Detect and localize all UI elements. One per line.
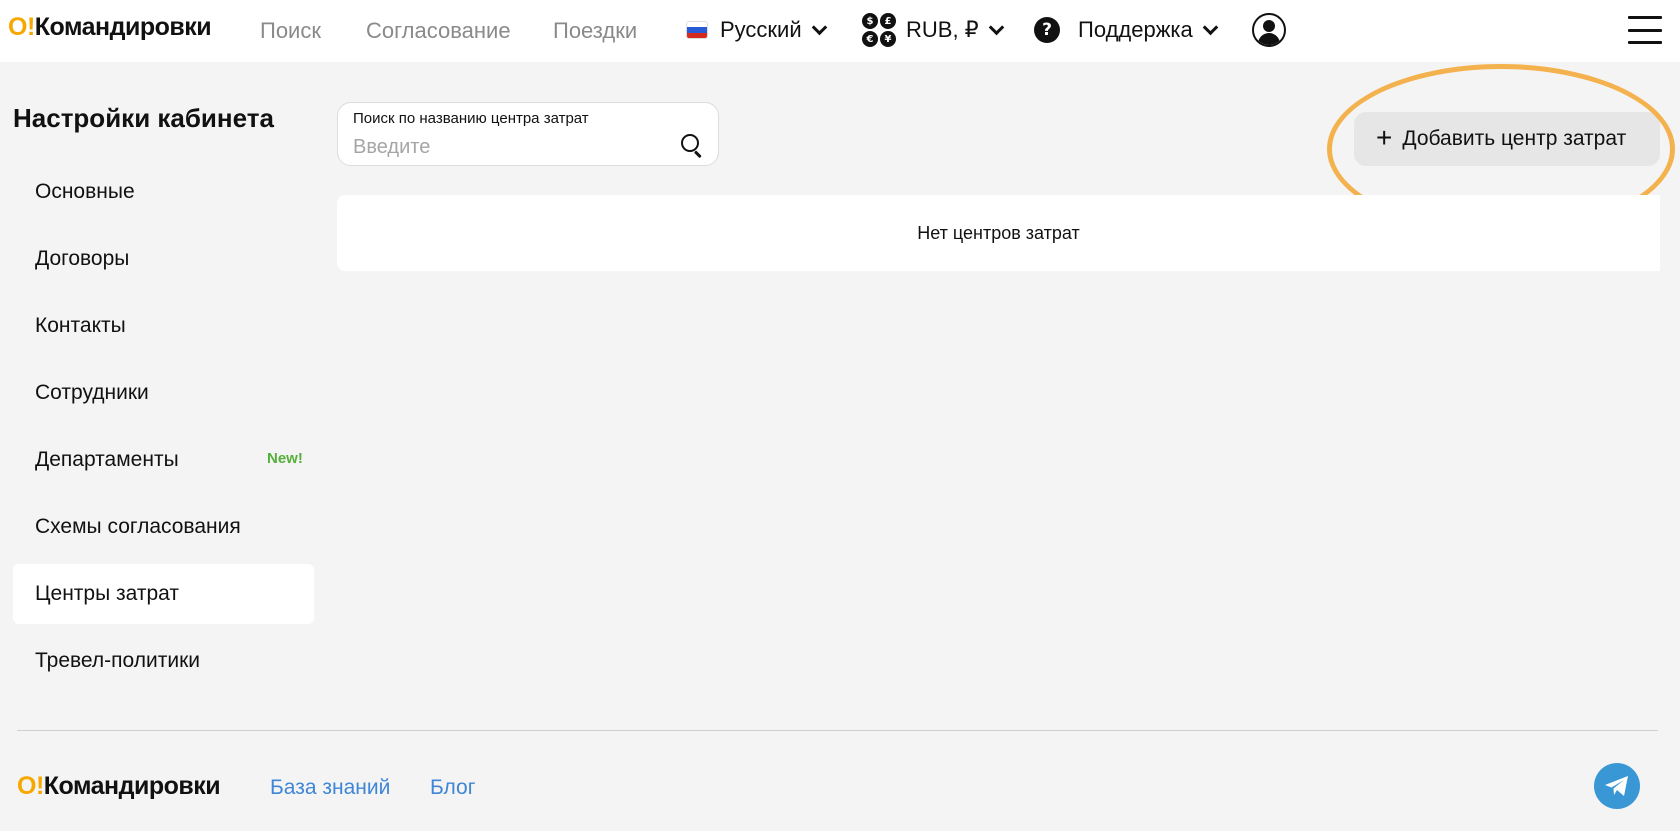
sidebar-item-label: Контакты	[35, 314, 126, 337]
language-label: Русский	[720, 17, 802, 42]
sidebar-item-cost-centers[interactable]: Центры затрат	[13, 564, 314, 624]
logo-text: Командировки	[34, 13, 212, 41]
chevron-down-icon	[811, 19, 827, 35]
sidebar-item-contracts[interactable]: Договоры	[13, 229, 314, 289]
sidebar-item-approval-schemes[interactable]: Схемы согласования	[13, 497, 314, 557]
sidebar-item-label: Центры затрат	[35, 582, 180, 605]
sidebar-item-employees[interactable]: Сотрудники	[13, 363, 314, 423]
currency-selector[interactable]: $ £ € ¥ RUB, ₽	[862, 12, 1004, 48]
logo-text: Командировки	[43, 772, 221, 800]
nav-approval[interactable]: Согласование	[366, 18, 511, 44]
cost-centers-list: Нет центров затрат	[337, 195, 1660, 271]
sidebar-item-contacts[interactable]: Контакты	[13, 296, 314, 356]
cost-center-search[interactable]: Поиск по названию центра затрат	[337, 102, 719, 166]
plus-icon: +	[1376, 121, 1393, 153]
sidebar-item-label: Тревел-политики	[35, 649, 200, 672]
support-menu[interactable]: ? Поддержка	[1034, 12, 1219, 49]
search-icon[interactable]	[681, 134, 703, 159]
sidebar-item-label: Договоры	[35, 247, 130, 270]
footer-link-knowledge-base[interactable]: База знаний	[270, 776, 390, 800]
logo-mark: О!	[8, 13, 35, 41]
footer-link-blog[interactable]: Блог	[430, 776, 475, 800]
sidebar-item-label: Департаменты	[35, 448, 179, 471]
footer-divider	[17, 730, 1658, 731]
flag-ru-icon	[686, 21, 708, 39]
logo-mark: О!	[17, 772, 44, 800]
nav-search[interactable]: Поиск	[260, 18, 321, 44]
currency-symbol: $	[862, 13, 878, 29]
sidebar-item-label: Сотрудники	[35, 381, 149, 404]
add-cost-center-button[interactable]: + Добавить центр затрат	[1354, 112, 1660, 166]
sidebar-title: Настройки кабинета	[13, 103, 274, 133]
sidebar-item-travel-policies[interactable]: Тревел-политики	[13, 631, 314, 691]
footer-logo[interactable]: О!Командировки	[17, 772, 221, 801]
currency-symbol: £	[880, 13, 896, 29]
search-label: Поиск по названию центра затрат	[353, 110, 589, 127]
currency-label: RUB, ₽	[906, 17, 979, 42]
new-badge: New!	[267, 450, 303, 467]
telegram-icon[interactable]	[1594, 763, 1640, 809]
help-icon: ?	[1034, 17, 1069, 49]
search-input[interactable]	[353, 134, 653, 160]
add-cost-center-label: Добавить центр затрат	[1402, 127, 1627, 150]
sidebar-item-departments[interactable]: Департаменты New!	[13, 430, 314, 490]
nav-trips[interactable]: Поездки	[553, 18, 637, 44]
menu-icon[interactable]	[1628, 16, 1662, 44]
sidebar-item-general[interactable]: Основные	[13, 162, 314, 222]
language-selector[interactable]: Русский	[686, 12, 827, 48]
sidebar-item-label: Основные	[35, 180, 135, 203]
sidebar-item-label: Схемы согласования	[35, 515, 241, 538]
top-header: О!Командировки Поиск Согласование Поездк…	[0, 0, 1680, 62]
currency-symbol: ¥	[880, 31, 896, 47]
empty-state-message: Нет центров затрат	[917, 222, 1080, 243]
avatar-icon[interactable]	[1252, 13, 1286, 47]
chevron-down-icon	[988, 19, 1004, 35]
currency-icon: $ £ € ¥	[862, 13, 896, 47]
logo[interactable]: О!Командировки	[8, 13, 212, 42]
chevron-down-icon	[1202, 19, 1219, 35]
support-label: Поддержка	[1078, 17, 1193, 42]
currency-symbol: €	[862, 31, 878, 47]
